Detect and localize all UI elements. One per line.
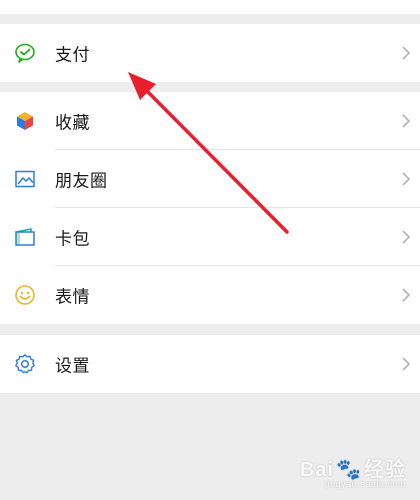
chevron-right-icon — [402, 288, 411, 302]
baidu-watermark: Bai 🐾 经验 jingyan.baidu.com — [299, 453, 406, 489]
menu-item-label-pay: 支付 — [55, 45, 90, 66]
section-settings: 设置 — [0, 335, 420, 393]
menu-item-moments[interactable]: 朋友圈 — [0, 150, 420, 208]
menu-item-card-wallet[interactable]: 卡包 — [0, 208, 420, 266]
chevron-right-icon — [402, 230, 411, 244]
section-main: 收藏 朋友圈 卡包 表情 — [0, 92, 420, 324]
menu-item-label-settings: 设置 — [55, 356, 90, 377]
chevron-right-icon — [402, 46, 411, 60]
top-section-strip — [0, 0, 420, 14]
menu-item-pay[interactable]: 支付 — [0, 24, 420, 82]
chevron-right-icon — [402, 114, 411, 128]
chevron-right-icon — [402, 357, 411, 371]
watermark-sub: jingyan.baidu.com — [324, 479, 406, 489]
section-pay: 支付 — [0, 24, 420, 82]
menu-item-emoji[interactable]: 表情 — [0, 266, 420, 324]
emoji-smile-icon — [14, 284, 36, 306]
watermark-brand: Bai — [299, 459, 335, 481]
menu-item-favorites[interactable]: 收藏 — [0, 92, 420, 150]
wechat-pay-icon — [14, 42, 36, 64]
watermark-brand-suffix: 经验 — [364, 459, 406, 481]
menu-item-label-emoji: 表情 — [55, 287, 90, 308]
menu-item-label-favorites: 收藏 — [55, 113, 90, 134]
menu-item-label-card-wallet: 卡包 — [55, 229, 90, 250]
menu-item-settings[interactable]: 设置 — [0, 335, 420, 393]
menu-item-label-moments: 朋友圈 — [55, 171, 108, 192]
settings-gear-icon — [14, 353, 36, 375]
card-wallet-icon — [14, 226, 36, 248]
moments-image-icon — [14, 168, 36, 190]
chevron-right-icon — [402, 172, 411, 186]
favorites-cube-icon — [14, 110, 36, 132]
